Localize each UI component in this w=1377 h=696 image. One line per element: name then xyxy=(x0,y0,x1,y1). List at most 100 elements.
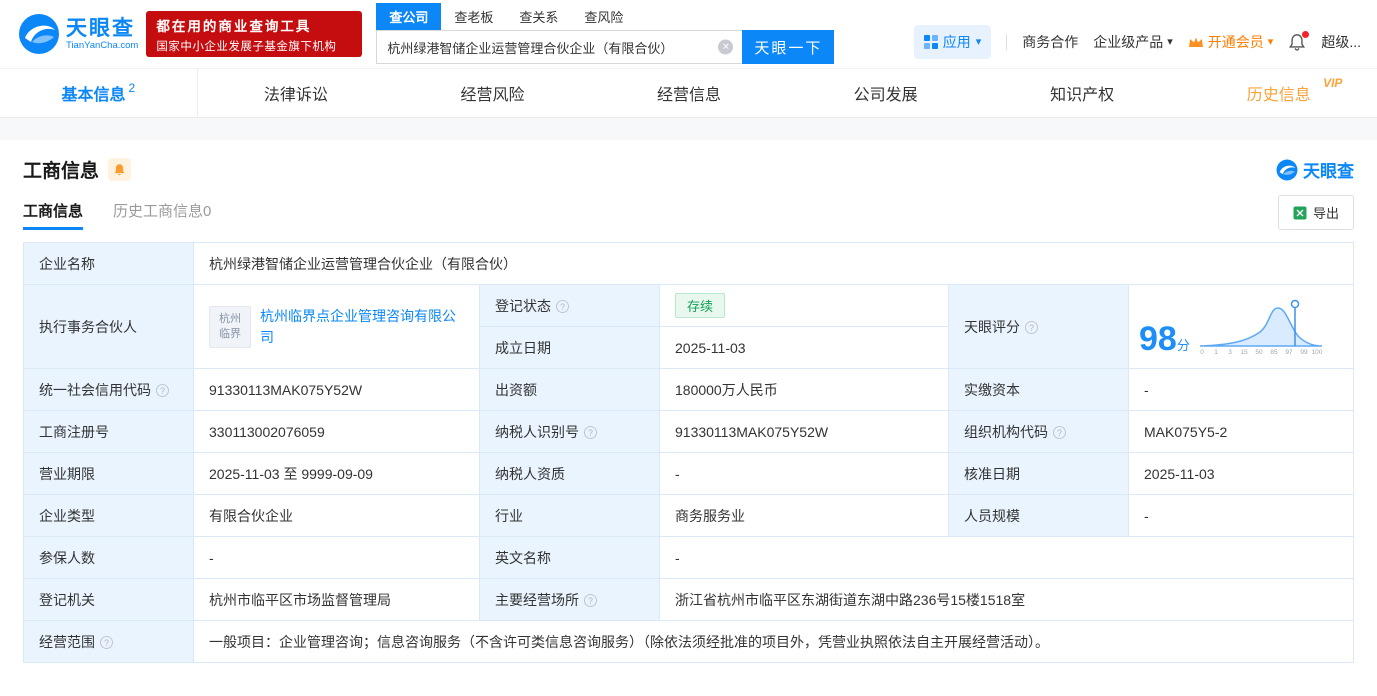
tab-intellectual-property[interactable]: 知识产权 xyxy=(984,69,1181,117)
top-nav: 应用 ▾ 商务合作 企业级产品 ▾ 开通会员 ▾ 超级... xyxy=(913,25,1377,59)
tab-history-info[interactable]: 历史信息 VIP xyxy=(1180,69,1377,117)
clear-search-icon[interactable]: ✕ xyxy=(718,39,734,55)
reg-authority-label: 登记机关 xyxy=(23,578,194,621)
capital-label: 出资额 xyxy=(479,368,660,411)
apps-menu[interactable]: 应用 ▾ xyxy=(913,25,992,59)
search-button[interactable]: 天眼一下 xyxy=(742,30,835,64)
excel-export-icon xyxy=(1293,206,1307,219)
industry-label: 行业 xyxy=(479,494,660,537)
search-area: 查公司 查老板 查关系 查风险 ✕ 天眼一下 xyxy=(376,0,835,68)
bell-icon xyxy=(114,164,125,176)
capital-value: 180000万人民币 xyxy=(659,368,949,411)
taxpayer-quality-value: - xyxy=(659,452,949,495)
business-term-label: 营业期限 xyxy=(23,452,194,495)
score-chart-ticks: 0 1 3 15 50 85 97 99 100 xyxy=(1200,349,1323,356)
tianyancha-logo-icon xyxy=(19,14,59,54)
tab-operating-risk[interactable]: 经营风险 xyxy=(394,69,591,117)
tianyancha-logo-icon xyxy=(1276,159,1298,180)
svg-text:0: 0 xyxy=(1200,349,1204,356)
partner-logo: 杭州临界 xyxy=(209,305,251,348)
subscribe-bell[interactable] xyxy=(108,158,132,181)
search-tab-boss[interactable]: 查老板 xyxy=(441,3,506,30)
vip-badge: VIP xyxy=(1323,76,1343,90)
table-row: 企业名称 杭州绿港智储企业运营管理合伙企业（有限合伙） xyxy=(23,242,1355,285)
subtab-business-info[interactable]: 工商信息 xyxy=(23,200,84,230)
establish-date-label: 成立日期 xyxy=(479,326,660,369)
nav-open-vip[interactable]: 开通会员 ▾ xyxy=(1188,32,1274,52)
logo-subtitle: TianYanCha.com xyxy=(66,40,139,52)
business-info-table: 企业名称 杭州绿港智储企业运营管理合伙企业（有限合伙） 执行事务合伙人 杭州临界… xyxy=(23,242,1355,663)
business-place-label: 主要经营场所 xyxy=(479,578,660,621)
score-chart: 0 1 3 15 50 85 97 99 100 xyxy=(1199,299,1323,356)
nav-cooperation[interactable]: 商务合作 xyxy=(1022,32,1078,52)
help-icon[interactable] xyxy=(156,384,169,397)
paid-capital-label: 实缴资本 xyxy=(948,368,1129,411)
approval-date-value: 2025-11-03 xyxy=(1127,452,1355,495)
export-button[interactable]: 导出 xyxy=(1277,195,1354,230)
nav-enterprise-products[interactable]: 企业级产品 ▾ xyxy=(1093,32,1173,52)
banner-line2: 国家中小企业发展子基金旗下机构 xyxy=(156,40,337,53)
table-row: 工商注册号 330113002076059 纳税人识别号 91330113MAK… xyxy=(23,410,1355,453)
company-tabs: 基本信息 2 法律诉讼 经营风险 经营信息 公司发展 知识产权 历史信息 VIP xyxy=(0,68,1377,118)
approval-date-label: 核准日期 xyxy=(948,452,1129,495)
chevron-down-icon: ▾ xyxy=(1267,35,1274,48)
table-row: 登记机关 杭州市临平区市场监督管理局 主要经营场所 浙江省杭州市临平区东湖街道东… xyxy=(23,578,1355,621)
help-icon[interactable] xyxy=(584,594,597,607)
help-icon[interactable] xyxy=(100,636,113,649)
tab-legal[interactable]: 法律诉讼 xyxy=(198,69,395,117)
taxpayer-quality-label: 纳税人资质 xyxy=(479,452,660,495)
background-strip xyxy=(0,118,1377,140)
tab-operating-info[interactable]: 经营信息 xyxy=(591,69,788,117)
org-code-label: 组织机构代码 xyxy=(948,410,1129,453)
insured-count-value: - xyxy=(193,536,480,579)
english-name-label: 英文名称 xyxy=(479,536,660,579)
nav-super-vip[interactable]: 超级... xyxy=(1321,32,1361,52)
reg-authority-value: 杭州市临平区市场监督管理局 xyxy=(193,578,480,621)
crown-icon xyxy=(1188,37,1203,47)
svg-text:3: 3 xyxy=(1228,349,1232,356)
company-name-value: 杭州绿港智储企业运营管理合伙企业（有限合伙） xyxy=(192,242,1355,285)
table-row: 执行事务合伙人 杭州临界 杭州临界点企业管理咨询有限公司 登记状态 存续 天眼评… xyxy=(23,284,1355,369)
org-code-value: MAK075Y5-2 xyxy=(1127,410,1355,453)
score-value: 98分 xyxy=(1139,319,1190,358)
score-label: 天眼评分 xyxy=(948,284,1129,369)
table-row: 企业类型 有限合伙企业 行业 商务服务业 人员规模 - xyxy=(23,494,1355,537)
reg-number-label: 工商注册号 xyxy=(23,410,194,453)
help-icon[interactable] xyxy=(1053,426,1066,439)
industry-value: 商务服务业 xyxy=(659,494,949,537)
apps-grid-icon xyxy=(923,35,938,49)
table-row: 经营范围 一般项目：企业管理咨询；信息咨询服务（不含许可类信息咨询服务）（除依法… xyxy=(23,620,1355,663)
search-input[interactable] xyxy=(377,31,743,63)
svg-text:100: 100 xyxy=(1311,349,1322,356)
reg-status-label: 登记状态 xyxy=(479,284,660,327)
subtabs-row: 工商信息 历史工商信息0 导出 xyxy=(0,191,1377,240)
logo-title: 天眼查 xyxy=(66,16,135,40)
help-icon[interactable] xyxy=(1025,321,1038,334)
help-icon[interactable] xyxy=(556,300,569,313)
reg-status-value: 存续 xyxy=(659,284,949,327)
tab-company-development[interactable]: 公司发展 xyxy=(787,69,984,117)
score-cell: 98分 0 1 3 15 50 85 97 99 100 xyxy=(1127,284,1355,369)
business-scope-label: 经营范围 xyxy=(23,620,194,663)
partner-company-link[interactable]: 杭州临界点企业管理咨询有限公司 xyxy=(260,306,464,348)
subtab-history-business-info[interactable]: 历史工商信息0 xyxy=(113,200,211,230)
search-tab-risk[interactable]: 查风险 xyxy=(571,3,636,30)
business-scope-value: 一般项目：企业管理咨询；信息咨询服务（不含许可类信息咨询服务）（除依法须经批准的… xyxy=(192,620,1355,663)
notification-bell[interactable] xyxy=(1288,31,1310,51)
table-row: 参保人数 - 英文名称 - xyxy=(23,536,1355,579)
tianyancha-logo[interactable]: 天眼查 TianYanCha.com xyxy=(18,13,138,55)
nav-divider xyxy=(1006,34,1008,50)
help-icon[interactable] xyxy=(584,426,597,439)
tab-basic-info[interactable]: 基本信息 2 xyxy=(0,69,198,117)
section-header: 工商信息 天眼查 xyxy=(0,140,1377,191)
taxpayer-id-value: 91330113MAK075Y52W xyxy=(659,410,949,453)
tab-basic-count: 2 xyxy=(128,81,136,95)
search-tab-relation[interactable]: 查关系 xyxy=(506,3,571,30)
status-badge: 存续 xyxy=(675,293,726,318)
search-tab-company[interactable]: 查公司 xyxy=(376,3,442,30)
chevron-down-icon: ▾ xyxy=(975,35,982,48)
partner-label: 执行事务合伙人 xyxy=(23,284,194,369)
apps-label: 应用 xyxy=(942,34,971,50)
credit-code-value: 91330113MAK075Y52W xyxy=(193,368,480,411)
search-tabs: 查公司 查老板 查关系 查风险 xyxy=(376,3,834,30)
